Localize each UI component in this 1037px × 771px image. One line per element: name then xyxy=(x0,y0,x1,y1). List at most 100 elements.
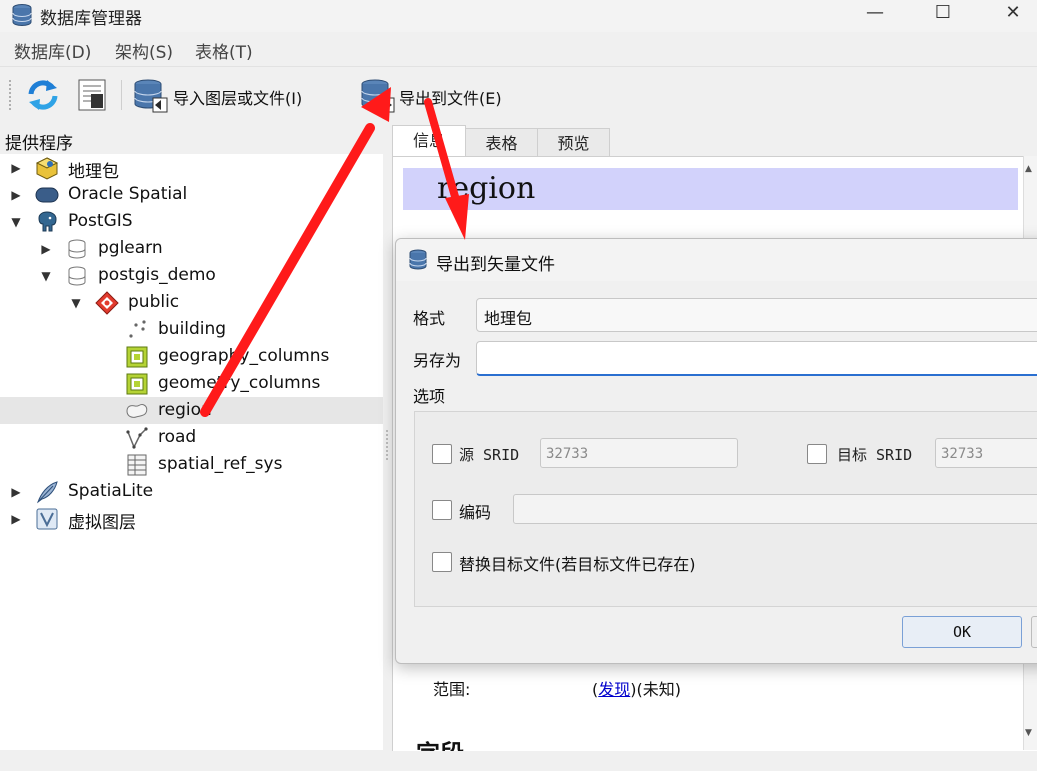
table-icon xyxy=(127,454,147,476)
minimize-button[interactable]: — xyxy=(852,0,898,28)
database-icon xyxy=(68,239,86,259)
save-as-label: 另存为 xyxy=(413,351,462,370)
provider-panel-title: 提供程序 xyxy=(5,134,73,154)
tree-label: geography_columns xyxy=(158,346,330,366)
status-bar xyxy=(0,751,1037,771)
window-title: 数据库管理器 xyxy=(40,9,142,29)
tree-label: SpatiaLite xyxy=(68,481,154,501)
tree-label: public xyxy=(128,292,180,312)
fields-heading: 字段 xyxy=(416,734,464,751)
source-srid-checkbox[interactable] xyxy=(432,444,452,464)
dialog-title: 导出到矢量文件 xyxy=(436,255,555,275)
table-view-icon xyxy=(126,346,148,368)
tree-label: building xyxy=(158,319,227,339)
tab-info[interactable]: 信息 xyxy=(392,125,466,157)
tree-item-postgis-demo[interactable]: ▼ postgis_demo xyxy=(0,262,383,289)
target-srid-label: 目标 SRID xyxy=(837,446,913,464)
postgis-elephant-icon xyxy=(38,211,57,232)
encoding-label: 编码 xyxy=(459,503,492,522)
tree-label: 地理包 xyxy=(68,162,119,182)
tree-item-geometry-columns[interactable]: geometry_columns xyxy=(0,370,383,397)
encoding-select[interactable] xyxy=(513,494,1037,524)
save-as-input[interactable] xyxy=(476,341,1037,376)
collapse-arrow-icon[interactable]: ▼ xyxy=(38,268,54,284)
tree-item-spatialite[interactable]: ▶ SpatiaLite xyxy=(0,478,383,505)
tree-item-pglearn[interactable]: ▶ pglearn xyxy=(0,235,383,262)
tree-item-public[interactable]: ▼ public xyxy=(0,289,383,316)
replace-file-label: 替换目标文件(若目标文件已存在) xyxy=(459,555,696,574)
expand-arrow-icon[interactable]: ▶ xyxy=(8,484,24,500)
tree-label: postgis_demo xyxy=(98,265,216,285)
menu-table[interactable]: 表格(T) xyxy=(195,38,253,63)
tab-preview[interactable]: 预览 xyxy=(537,128,610,157)
tab-table[interactable]: 表格 xyxy=(465,128,538,157)
scroll-down-icon[interactable]: ▼ xyxy=(1025,728,1032,738)
collapse-arrow-icon[interactable]: ▼ xyxy=(8,214,24,230)
source-srid-input[interactable]: 32733 xyxy=(540,438,738,468)
import-layer-icon[interactable] xyxy=(133,78,169,114)
point-layer-icon xyxy=(129,320,146,338)
sql-window-icon[interactable] xyxy=(77,78,107,112)
tree-item-region[interactable]: region xyxy=(0,397,383,424)
encoding-checkbox[interactable] xyxy=(432,500,452,520)
database-icon xyxy=(68,266,86,286)
expand-arrow-icon[interactable]: ▶ xyxy=(8,160,24,176)
line-layer-icon xyxy=(126,427,148,449)
expand-arrow-icon[interactable]: ▶ xyxy=(38,241,54,257)
export-file-icon[interactable] xyxy=(360,78,396,114)
discover-link[interactable]: 发现 xyxy=(598,680,630,699)
tree-label: region xyxy=(158,400,212,420)
cancel-button[interactable] xyxy=(1031,616,1037,648)
spatialite-feather-icon xyxy=(36,481,58,504)
db-manager-icon xyxy=(12,4,32,27)
maximize-button[interactable]: ☐ xyxy=(920,0,966,28)
tree-item-oracle-spatial[interactable]: ▶ Oracle Spatial xyxy=(0,181,383,208)
replace-file-checkbox[interactable] xyxy=(432,552,452,572)
export-to-file-button[interactable]: 导出到文件(E) xyxy=(399,85,502,109)
tree-item-geography-columns[interactable]: geography_columns xyxy=(0,343,383,370)
target-srid-checkbox[interactable] xyxy=(807,444,827,464)
format-select-value: 地理包 xyxy=(484,309,533,328)
db-manager-icon xyxy=(409,249,427,270)
refresh-icon[interactable] xyxy=(25,78,61,112)
polygon-layer-icon xyxy=(126,403,148,418)
menu-schema[interactable]: 架构(S) xyxy=(115,38,173,63)
title-bar: 数据库管理器 — ☐ ✕ xyxy=(0,0,1037,32)
format-label: 格式 xyxy=(413,309,446,328)
toolbar-grip[interactable] xyxy=(9,80,15,110)
ok-button[interactable]: OK xyxy=(902,616,1022,648)
tree-item-road[interactable]: road xyxy=(0,424,383,451)
source-srid-label: 源 SRID xyxy=(459,446,520,464)
toolbar-separator xyxy=(121,80,122,110)
geopackage-icon xyxy=(35,157,59,180)
expand-arrow-icon[interactable]: ▶ xyxy=(8,187,24,203)
export-vector-dialog: 导出到矢量文件 格式 地理包 另存为 选项 源 SRID 32733 目标 SR… xyxy=(395,238,1037,664)
tree-item-postgis[interactable]: ▼ PostGIS xyxy=(0,208,383,235)
tree-item-virtual-layers[interactable]: ▶ 虚拟图层 xyxy=(0,505,383,533)
tree-label: 虚拟图层 xyxy=(68,513,136,533)
tree-label: road xyxy=(158,427,197,447)
scroll-up-icon[interactable]: ▲ xyxy=(1025,164,1032,174)
options-label: 选项 xyxy=(413,387,446,406)
tree-item-building[interactable]: building xyxy=(0,316,383,343)
expand-arrow-icon[interactable]: ▶ xyxy=(8,511,24,527)
info-heading: region xyxy=(437,171,536,206)
extent-value: (发现)(未知) xyxy=(592,680,681,699)
format-select[interactable]: 地理包 xyxy=(476,298,1037,332)
tree-label: pglearn xyxy=(98,238,163,258)
schema-icon xyxy=(95,291,119,315)
splitter-handle[interactable] xyxy=(386,430,391,460)
tree-label: PostGIS xyxy=(68,211,133,231)
tree-item-geopackage[interactable]: ▶ 地理包 xyxy=(0,154,383,182)
import-layer-button[interactable]: 导入图层或文件(I) xyxy=(173,85,302,109)
tree-label: Oracle Spatial xyxy=(68,184,188,204)
close-button[interactable]: ✕ xyxy=(990,0,1036,28)
tree-label: geometry_columns xyxy=(158,373,321,393)
virtual-layer-icon xyxy=(36,508,58,530)
menu-database[interactable]: 数据库(D) xyxy=(14,38,91,63)
collapse-arrow-icon[interactable]: ▼ xyxy=(68,295,84,311)
tree-label: spatial_ref_sys xyxy=(158,454,283,474)
extent-label: 范围: xyxy=(433,680,471,699)
target-srid-input[interactable]: 32733 xyxy=(935,438,1037,468)
tree-item-spatial-ref-sys[interactable]: spatial_ref_sys xyxy=(0,451,383,478)
